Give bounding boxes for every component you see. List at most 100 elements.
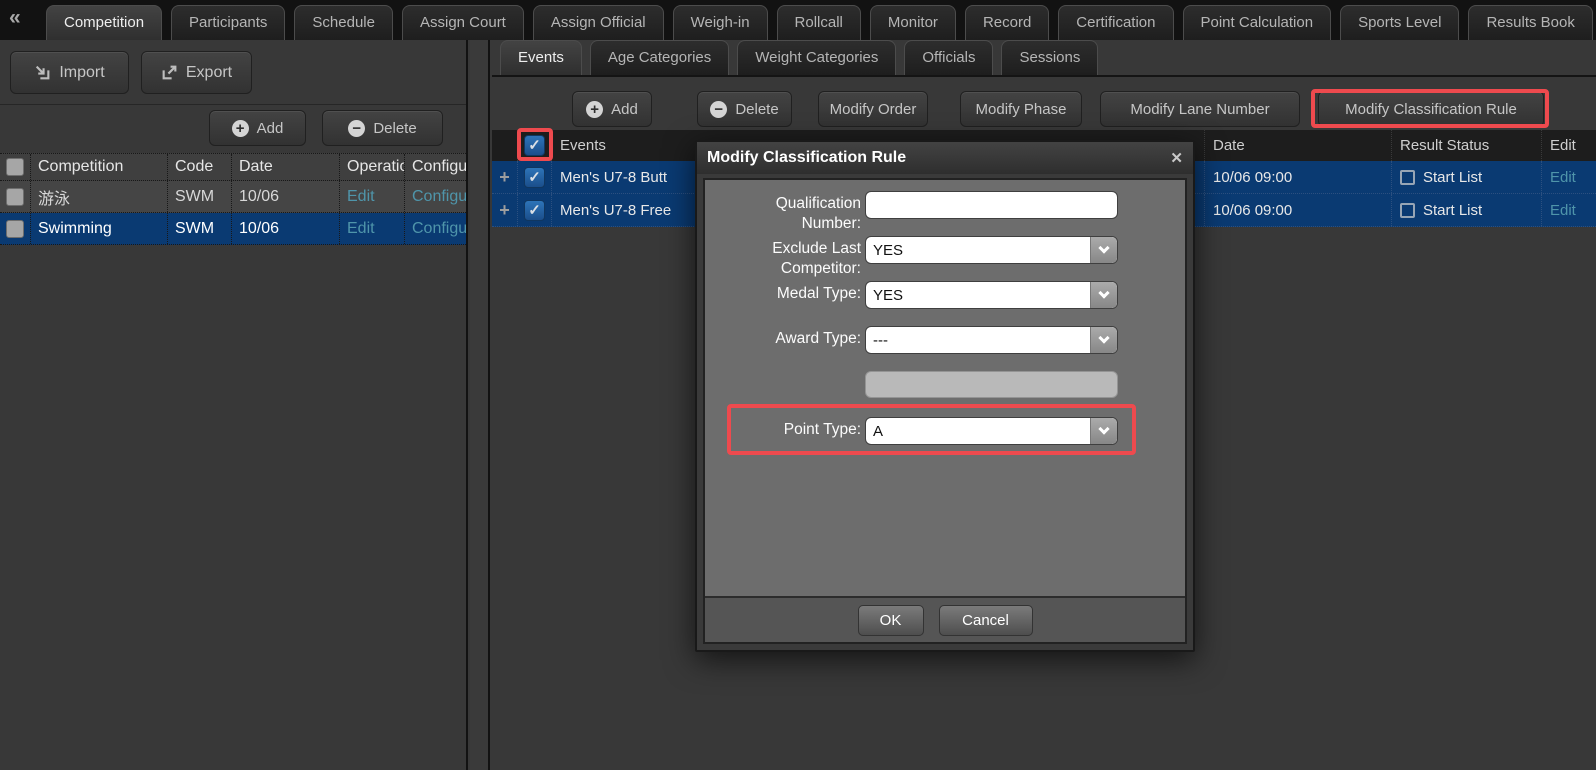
- edit-link[interactable]: Edit: [1550, 202, 1576, 219]
- chevron-down-icon: [1090, 237, 1117, 263]
- select-value: YES: [866, 287, 1090, 304]
- main-tab-bar: Events Age Categories Weight Categories …: [492, 40, 1596, 77]
- import-label: Import: [59, 64, 104, 82]
- row-checkbox[interactable]: ✓: [524, 200, 545, 221]
- nav-tab-competition[interactable]: Competition: [46, 5, 162, 40]
- dialog-title-bar[interactable]: Modify Classification Rule ✕: [697, 142, 1193, 174]
- plus-circle-icon: +: [586, 101, 603, 118]
- tab-age-categories[interactable]: Age Categories: [590, 40, 729, 75]
- minus-circle-icon: −: [348, 120, 365, 137]
- competition-name: 游泳: [31, 181, 168, 212]
- dialog-title: Modify Classification Rule: [707, 149, 906, 167]
- modify-classification-rule-dialog: Modify Classification Rule ✕ Qualificati…: [695, 140, 1195, 652]
- row-checkbox[interactable]: [6, 188, 24, 206]
- select-value: A: [866, 423, 1090, 440]
- nav-tab-sports-level[interactable]: Sports Level: [1340, 5, 1459, 40]
- row-checkbox[interactable]: ✓: [524, 167, 545, 188]
- column-header-competition: Competition: [31, 154, 168, 180]
- configure-link[interactable]: Configure: [412, 188, 468, 206]
- select-value: ---: [866, 332, 1090, 349]
- nav-tab-assign-court[interactable]: Assign Court: [402, 5, 524, 40]
- select-all-events-checkbox[interactable]: ✓: [524, 135, 545, 156]
- nav-tab-assign-official[interactable]: Assign Official: [533, 5, 664, 40]
- add-event-button[interactable]: + Add: [572, 91, 652, 127]
- minus-circle-icon: −: [710, 101, 727, 118]
- nav-tab-point-calculation[interactable]: Point Calculation: [1183, 5, 1332, 40]
- nav-tab-rollcall[interactable]: Rollcall: [777, 5, 861, 40]
- nav-tab-monitor[interactable]: Monitor: [870, 5, 956, 40]
- edit-link[interactable]: Edit: [347, 188, 375, 206]
- competition-code: SWM: [168, 213, 232, 244]
- import-icon: [34, 64, 51, 81]
- nav-tab-schedule[interactable]: Schedule: [294, 5, 393, 40]
- tab-sessions[interactable]: Sessions: [1001, 40, 1098, 75]
- competition-code: SWM: [168, 181, 232, 212]
- export-button[interactable]: Export: [141, 51, 252, 94]
- award-type-label: Award Type:: [713, 329, 861, 349]
- expand-row-icon[interactable]: +: [499, 168, 510, 186]
- add-label: Add: [611, 101, 638, 118]
- column-header-date: Date: [1205, 130, 1392, 161]
- column-header-result-status: Result Status: [1392, 130, 1542, 161]
- divider: [0, 104, 468, 105]
- competition-sidebar: Import Export + Add − Delete Competition…: [0, 40, 468, 770]
- point-type-label: Point Type:: [713, 420, 861, 440]
- modify-order-label: Modify Order: [830, 101, 917, 118]
- modify-phase-button[interactable]: Modify Phase: [960, 91, 1082, 127]
- delete-event-button[interactable]: − Delete: [697, 91, 792, 127]
- nav-tab-certification[interactable]: Certification: [1058, 5, 1173, 40]
- medal-type-select[interactable]: YES: [865, 281, 1118, 309]
- import-button[interactable]: Import: [10, 51, 129, 94]
- row-checkbox[interactable]: [6, 220, 24, 238]
- competition-date: 10/06: [232, 181, 340, 212]
- point-type-select[interactable]: A: [865, 417, 1118, 445]
- start-list-checkbox[interactable]: [1400, 203, 1415, 218]
- column-header-code: Code: [168, 154, 232, 180]
- disabled-field: [865, 371, 1118, 398]
- medal-type-label: Medal Type:: [713, 284, 861, 304]
- dialog-body: Qualification Number: Exclude Last Compe…: [705, 180, 1185, 596]
- award-type-select[interactable]: ---: [865, 326, 1118, 354]
- chevron-down-icon: [1090, 418, 1117, 444]
- ok-button[interactable]: OK: [858, 605, 924, 636]
- modify-order-button[interactable]: Modify Order: [818, 91, 928, 127]
- dialog-footer: OK Cancel: [705, 596, 1185, 642]
- delete-label: Delete: [735, 101, 778, 118]
- exclude-last-competitor-select[interactable]: YES: [865, 236, 1118, 264]
- select-all-checkbox[interactable]: [6, 158, 24, 176]
- tab-events[interactable]: Events: [500, 40, 582, 75]
- nav-tab-record[interactable]: Record: [965, 5, 1049, 40]
- table-row-selected[interactable]: Swimming SWM 10/06 Edit Configure: [0, 213, 468, 245]
- modify-classification-rule-button[interactable]: Modify Classification Rule: [1318, 91, 1544, 127]
- cancel-button[interactable]: Cancel: [939, 605, 1033, 636]
- dialog-inner-panel: Qualification Number: Exclude Last Compe…: [703, 178, 1187, 644]
- edit-link[interactable]: Edit: [1550, 169, 1576, 186]
- competition-date: 10/06: [232, 213, 340, 244]
- result-status-label: Start List: [1423, 169, 1482, 186]
- modify-classification-rule-label: Modify Classification Rule: [1345, 101, 1517, 118]
- add-competition-button[interactable]: + Add: [209, 110, 306, 146]
- edit-link[interactable]: Edit: [347, 220, 375, 238]
- start-list-checkbox[interactable]: [1400, 170, 1415, 185]
- modify-lane-number-label: Modify Lane Number: [1130, 101, 1269, 118]
- modify-lane-number-button[interactable]: Modify Lane Number: [1100, 91, 1300, 127]
- exclude-last-competitor-label: Exclude Last Competitor:: [713, 239, 861, 279]
- ok-label: OK: [880, 612, 902, 629]
- configure-link[interactable]: Configure: [412, 220, 468, 238]
- qualification-number-label: Qualification Number:: [713, 194, 861, 234]
- column-header-operation: Operation: [340, 154, 405, 180]
- nav-tab-participants[interactable]: Participants: [171, 5, 285, 40]
- qualification-number-input[interactable]: [865, 191, 1118, 219]
- event-date: 10/06 09:00: [1205, 161, 1392, 193]
- expand-row-icon[interactable]: +: [499, 201, 510, 219]
- panel-splitter[interactable]: [470, 40, 490, 770]
- nav-tab-weigh-in[interactable]: Weigh-in: [673, 5, 768, 40]
- tab-officials[interactable]: Officials: [904, 40, 993, 75]
- table-row[interactable]: 游泳 SWM 10/06 Edit Configure: [0, 181, 468, 213]
- collapse-sidebar-icon[interactable]: «: [9, 6, 21, 30]
- close-icon[interactable]: ✕: [1170, 149, 1183, 167]
- nav-tab-results-book[interactable]: Results Book: [1468, 5, 1592, 40]
- cancel-label: Cancel: [962, 612, 1009, 629]
- tab-weight-categories[interactable]: Weight Categories: [737, 40, 896, 75]
- delete-competition-button[interactable]: − Delete: [322, 110, 443, 146]
